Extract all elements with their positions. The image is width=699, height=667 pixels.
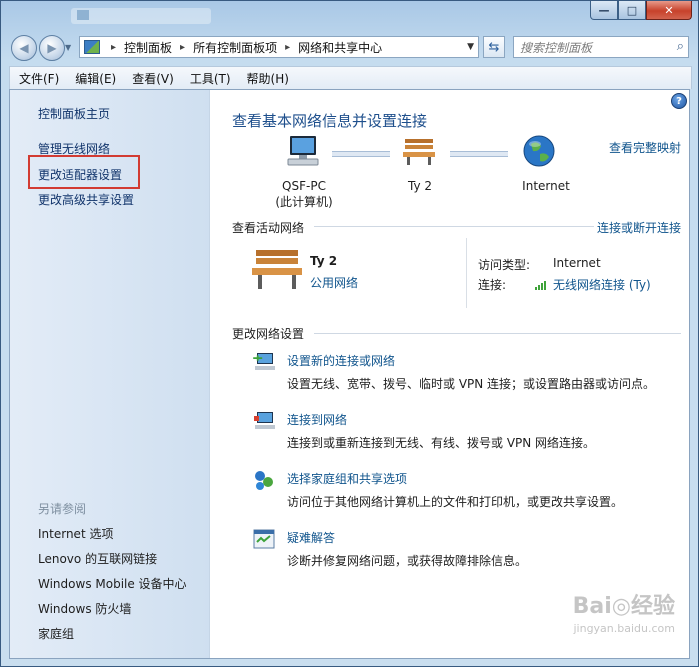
sidebar-item-adapter-settings[interactable]: 更改适配器设置 xyxy=(38,166,122,183)
task-connect-desc: 连接到或重新连接到无线、有线、拨号或 VPN 网络连接。 xyxy=(287,436,596,450)
recent-pages-dropdown[interactable]: ▼ xyxy=(65,43,71,52)
forward-button[interactable]: ▶ xyxy=(39,35,65,61)
breadcrumb-network-center[interactable]: 网络和共享中心 xyxy=(298,39,382,56)
internet-node-name: Internet xyxy=(522,179,570,193)
back-button[interactable]: ◀ xyxy=(11,35,37,61)
window-title-icon xyxy=(77,10,89,20)
help-icon[interactable]: ? xyxy=(671,93,687,109)
title-bar: — □ ✕ xyxy=(1,1,698,33)
access-type-label: 访问类型: xyxy=(478,258,531,272)
new-connection-icon xyxy=(253,353,275,370)
minimize-button[interactable]: — xyxy=(590,1,618,20)
control-panel-icon xyxy=(84,40,100,54)
internet-globe-icon[interactable] xyxy=(522,134,556,168)
sidebar-item-advanced-sharing[interactable]: 更改高级共享设置 xyxy=(38,191,134,208)
task-new-connection-link[interactable]: 设置新的连接或网络 xyxy=(287,352,395,369)
connect-disconnect-link[interactable]: 连接或断开连接 xyxy=(597,219,681,236)
connection-label: 连接: xyxy=(478,278,507,292)
sidebar: 控制面板主页 管理无线网络 更改适配器设置 更改高级共享设置 另请参阅 Inte… xyxy=(10,90,210,658)
connection-line xyxy=(450,151,508,157)
breadcrumb-separator-icon[interactable]: ▸ xyxy=(285,42,290,53)
menu-file[interactable]: 文件(F) xyxy=(10,70,66,87)
watermark-main: Bai◎经验 xyxy=(572,594,675,619)
homegroup-icon xyxy=(255,471,273,490)
see-also-firewall[interactable]: Windows 防火墙 xyxy=(38,600,131,617)
network-node-name: Ty 2 xyxy=(407,179,432,193)
network-bench-icon[interactable] xyxy=(402,136,436,166)
task-troubleshoot-desc: 诊断并修复网络问题，或获得故障排除信息。 xyxy=(287,554,528,568)
connection-link[interactable]: 无线网络连接 (Ty) xyxy=(535,276,651,293)
change-settings-heading: 更改网络设置 xyxy=(232,327,305,341)
page-title: 查看基本网络信息并设置连接 xyxy=(232,112,428,130)
access-type-value: Internet xyxy=(553,256,601,270)
caption-buttons: — □ ✕ xyxy=(590,1,692,21)
full-map-link[interactable]: 查看完整映射 xyxy=(609,139,681,156)
refresh-icon: ⇆ xyxy=(488,39,500,55)
navigation-bar: ◀ ▶ ▼ ▸ 控制面板 ▸ 所有控制面板项 ▸ 网络和共享中心 ▼ ⇆ ⌕ xyxy=(1,33,698,63)
computer-node: QSF-PC (此计算机) xyxy=(264,178,344,210)
troubleshoot-icon xyxy=(253,529,275,549)
menu-edit[interactable]: 编辑(E) xyxy=(66,70,123,87)
main-panel: ? 查看基本网络信息并设置连接 查看完整映射 QSF-PC (此计算机) Ty … xyxy=(210,90,689,658)
active-network-name: Ty 2 xyxy=(310,254,338,268)
menu-tools[interactable]: 工具(T) xyxy=(181,70,238,87)
watermark-sub: jingyan.baidu.com xyxy=(573,622,675,635)
see-also-heading: 另请参阅 xyxy=(38,502,87,516)
computer-sub: (此计算机) xyxy=(275,195,333,209)
search-icon[interactable]: ⌕ xyxy=(677,39,684,54)
task-homegroup-link[interactable]: 选择家庭组和共享选项 xyxy=(287,470,407,487)
computer-name: QSF-PC xyxy=(282,179,326,193)
back-arrow-icon: ◀ xyxy=(19,41,29,55)
address-bar[interactable]: ▸ 控制面板 ▸ 所有控制面板项 ▸ 网络和共享中心 ▼ xyxy=(79,36,479,58)
watermark: Bai◎经验 jingyan.baidu.com xyxy=(573,596,675,640)
task-connect-link[interactable]: 连接到网络 xyxy=(287,411,347,428)
menu-bar: 文件(F) 编辑(E) 查看(V) 工具(T) 帮助(H) xyxy=(9,66,692,89)
breadcrumb-all-items[interactable]: 所有控制面板项 xyxy=(193,39,277,56)
breadcrumb-control-panel[interactable]: 控制面板 xyxy=(124,39,172,56)
menu-help[interactable]: 帮助(H) xyxy=(238,70,296,87)
refresh-button[interactable]: ⇆ xyxy=(483,36,505,58)
content-area: 控制面板主页 管理无线网络 更改适配器设置 更改高级共享设置 另请参阅 Inte… xyxy=(9,89,690,659)
window-title xyxy=(71,8,211,24)
see-also-internet-options[interactable]: Internet 选项 xyxy=(38,525,113,542)
active-network-bench-icon xyxy=(252,250,302,289)
breadcrumb-separator-icon[interactable]: ▸ xyxy=(111,42,116,53)
signal-strength-icon xyxy=(535,281,546,290)
see-also-homegroup[interactable]: 家庭组 xyxy=(38,625,74,642)
menu-view[interactable]: 查看(V) xyxy=(123,70,181,87)
task-new-connection-desc: 设置无线、宽带、拨号、临时或 VPN 连接；或设置路由器或访问点。 xyxy=(287,377,656,391)
task-homegroup-desc: 访问位于其他网络计算机上的文件和打印机，或更改共享设置。 xyxy=(287,495,624,509)
forward-arrow-icon: ▶ xyxy=(47,41,57,55)
connection-line xyxy=(332,151,390,157)
divider xyxy=(314,333,681,334)
control-panel-window: — □ ✕ ◀ ▶ ▼ ▸ 控制面板 ▸ 所有控制面板项 ▸ 网络和共享中心 ▼… xyxy=(0,0,699,667)
sidebar-item-home[interactable]: 控制面板主页 xyxy=(38,105,110,122)
maximize-button[interactable]: □ xyxy=(618,1,646,20)
search-box[interactable]: ⌕ xyxy=(513,36,689,58)
connection-name[interactable]: 无线网络连接 (Ty) xyxy=(553,278,651,292)
address-dropdown-icon[interactable]: ▼ xyxy=(467,42,474,52)
network-type-link[interactable]: 公用网络 xyxy=(310,274,358,291)
task-troubleshoot-link[interactable]: 疑难解答 xyxy=(287,529,335,546)
divider xyxy=(466,238,467,308)
see-also-windows-mobile[interactable]: Windows Mobile 设备中心 xyxy=(38,575,187,592)
close-button[interactable]: ✕ xyxy=(646,1,692,20)
connect-network-icon xyxy=(254,412,275,429)
computer-icon[interactable] xyxy=(284,134,324,168)
breadcrumb-separator-icon[interactable]: ▸ xyxy=(180,42,185,53)
divider xyxy=(314,226,594,227)
active-networks-heading: 查看活动网络 xyxy=(232,221,305,235)
search-input[interactable] xyxy=(518,39,672,57)
see-also-lenovo[interactable]: Lenovo 的互联网链接 xyxy=(38,550,157,567)
